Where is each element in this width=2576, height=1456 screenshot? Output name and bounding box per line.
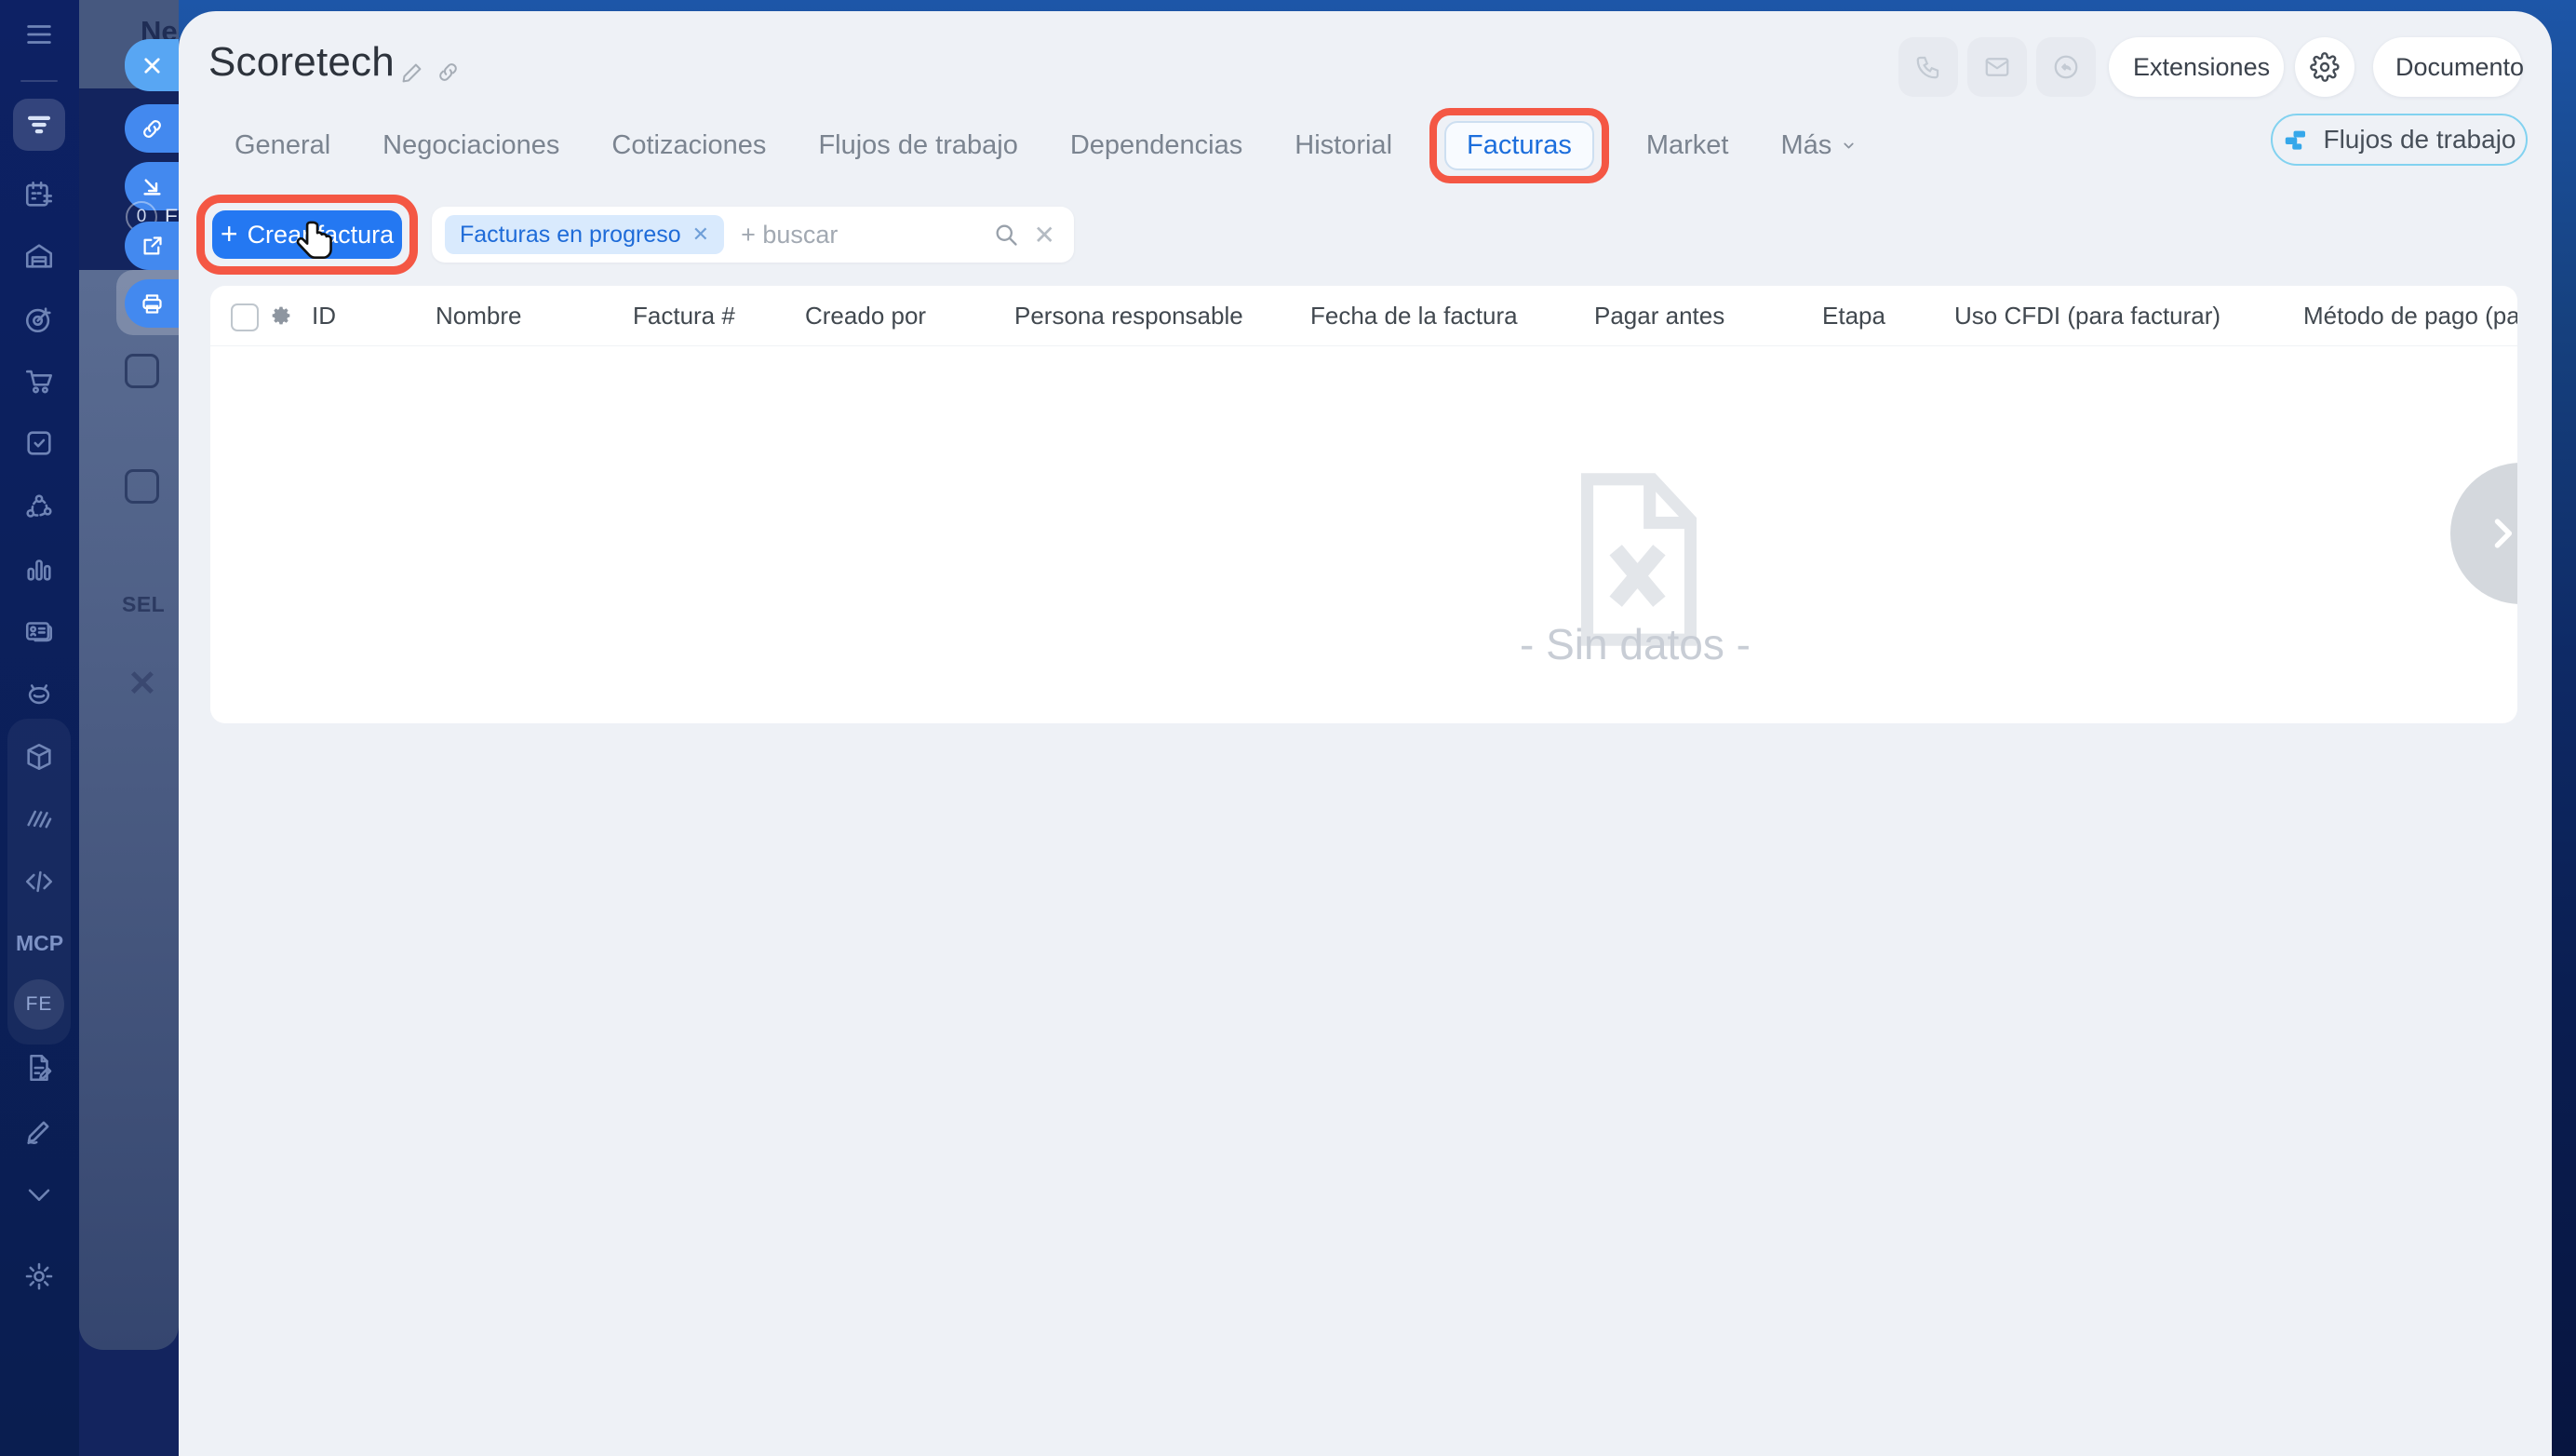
empty-state-message: - Sin datos -	[1520, 620, 1751, 668]
chip-remove-icon[interactable]: ✕	[692, 222, 709, 247]
warehouse-icon[interactable]	[23, 240, 55, 272]
col-persona-responsable[interactable]: Persona responsable	[1014, 286, 1243, 345]
sel-label: SEL	[122, 592, 166, 616]
fe-avatar[interactable]: FE	[14, 979, 64, 1030]
chevron-down-icon	[1844, 142, 1854, 148]
app-sidebar: MCP FE	[0, 0, 79, 1456]
row-checkbox[interactable]	[125, 469, 159, 504]
cart-icon[interactable]	[23, 365, 55, 397]
phone-icon	[1916, 56, 1939, 79]
col-pagar-antes[interactable]: Pagar antes	[1594, 286, 1724, 345]
print-button[interactable]	[125, 279, 179, 328]
clear-x-icon[interactable]: ✕	[127, 663, 157, 705]
marketing-target-icon[interactable]	[23, 303, 55, 335]
documento-label: Documento	[2395, 52, 2525, 81]
filterbar-icons: ✕	[993, 220, 1055, 250]
sign-pen-icon[interactable]	[23, 1115, 55, 1147]
analytics-chart-icon[interactable]	[23, 553, 55, 585]
tasks-check-icon[interactable]	[23, 427, 55, 459]
copy-link-title-icon[interactable]	[436, 60, 461, 89]
select-all-checkbox[interactable]	[231, 303, 259, 331]
col-factura-num[interactable]: Factura #	[633, 286, 735, 345]
documento-button[interactable]: Documento	[2373, 37, 2525, 97]
next-page-button[interactable]	[2450, 463, 2517, 604]
column-settings-gear-icon[interactable]	[268, 303, 294, 329]
mcp-label[interactable]: MCP	[0, 931, 79, 956]
tab-flujos-de-trabajo[interactable]: Flujos de trabajo	[818, 130, 1017, 161]
chat-button-disabled	[2036, 37, 2096, 97]
tab-market[interactable]: Market	[1646, 130, 1729, 161]
automation-network-icon[interactable]	[23, 492, 55, 523]
col-etapa[interactable]: Etapa	[1822, 286, 1885, 345]
tab-dependencias[interactable]: Dependencias	[1070, 130, 1242, 161]
search-input[interactable]	[739, 219, 993, 250]
settings-gear-icon[interactable]	[23, 1261, 55, 1292]
tab-bar: General Negociaciones Cotizaciones Flujo…	[235, 107, 1857, 183]
edit-title-icon[interactable]	[400, 60, 425, 89]
mouse-cursor-pointer	[296, 221, 332, 260]
menu-icon[interactable]	[23, 19, 55, 50]
workflows-button-label: Flujos de trabajo	[2323, 125, 2516, 154]
invoices-table: ID Nombre Factura # Creado por Persona r…	[210, 286, 2517, 723]
sidebar-divider	[20, 80, 58, 82]
table-header-row: ID Nombre Factura # Creado por Persona r…	[210, 286, 2517, 346]
email-button-disabled	[1967, 37, 2027, 97]
arrow-corner-icon	[143, 179, 161, 195]
entity-detail-modal: Scoretech Extensiones Documento General …	[179, 11, 2552, 1456]
workflows-button[interactable]: Flujos de trabajo	[2271, 114, 2528, 166]
copy-link-button[interactable]	[125, 104, 179, 153]
ai-robot-icon[interactable]	[23, 678, 55, 709]
search-icon[interactable]	[993, 222, 1019, 248]
col-creado-por[interactable]: Creado por	[805, 286, 926, 345]
workflow-icon	[2286, 130, 2306, 150]
dimmed-background-page: Neg 0 E SEL ✕	[79, 0, 179, 1456]
mail-icon	[1985, 58, 2009, 76]
gear-icon	[2310, 52, 2340, 82]
document-edit-icon[interactable]	[23, 1052, 55, 1084]
col-fecha-factura[interactable]: Fecha de la factura	[1310, 286, 1518, 345]
col-nombre[interactable]: Nombre	[436, 286, 521, 345]
settings-button[interactable]	[2295, 37, 2355, 97]
crm-funnel-icon[interactable]	[23, 109, 55, 141]
package-box-icon[interactable]	[23, 741, 55, 773]
calendar-tasks-icon[interactable]	[23, 179, 55, 210]
page-title: Scoretech	[208, 39, 395, 85]
underlay-content-area	[79, 270, 179, 1350]
close-icon	[144, 57, 160, 74]
link-icon	[143, 119, 161, 138]
close-button[interactable]	[125, 39, 179, 91]
tab-facturas-wrap: Facturas	[1429, 107, 1609, 183]
col-metodo-pago[interactable]: Método de pago (para facturar)	[2303, 286, 2517, 345]
row-checkbox[interactable]	[125, 354, 159, 388]
tab-historial[interactable]: Historial	[1295, 130, 1392, 161]
tab-facturas[interactable]: Facturas	[1444, 120, 1594, 170]
printer-icon	[142, 293, 162, 314]
tab-general[interactable]: General	[235, 130, 330, 161]
tab-cotizaciones[interactable]: Cotizaciones	[611, 130, 766, 161]
tab-mas[interactable]: Más	[1780, 130, 1857, 161]
external-link-icon	[143, 236, 162, 254]
signature-waves-icon[interactable]	[23, 802, 55, 834]
chevron-right-icon	[2494, 519, 2513, 548]
extensions-label: Extensiones	[2133, 52, 2271, 81]
open-external-button[interactable]	[125, 222, 179, 270]
filter-search-bar[interactable]: Facturas en progreso ✕ ✕	[432, 207, 1074, 263]
clear-search-icon[interactable]: ✕	[1034, 220, 1055, 250]
contact-card-icon[interactable]	[23, 615, 55, 647]
extensions-button[interactable]: Extensiones	[2109, 37, 2284, 97]
call-button-disabled	[1898, 37, 1958, 97]
collapse-chevron-icon[interactable]	[23, 1179, 55, 1210]
col-uso-cfdi[interactable]: Uso CFDI (para facturar)	[1954, 286, 2220, 345]
col-id[interactable]: ID	[312, 286, 336, 345]
developer-code-icon[interactable]	[23, 866, 55, 897]
filter-chip-label: Facturas en progreso	[460, 221, 681, 248]
filter-chip[interactable]: Facturas en progreso ✕	[445, 215, 725, 254]
underlay-bottom-area	[79, 1342, 179, 1456]
tab-negociaciones[interactable]: Negociaciones	[382, 130, 559, 161]
chat-reply-icon	[2054, 55, 2078, 79]
